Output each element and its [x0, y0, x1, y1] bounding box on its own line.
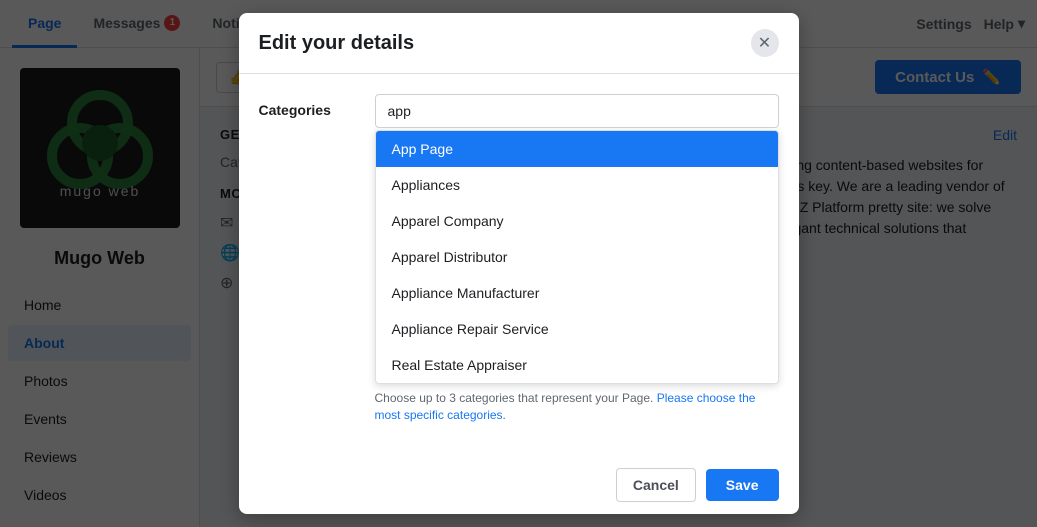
cancel-button[interactable]: Cancel: [616, 468, 696, 502]
real-estate-appraiser-label: Real Estate Appraiser: [392, 357, 527, 373]
modal-overlay: Edit your details ✕ Categories App Page …: [0, 0, 1037, 527]
categories-field: App Page Appliances Apparel Company Appa…: [375, 94, 779, 424]
dropdown-item-app-page[interactable]: App Page: [376, 131, 778, 167]
modal-header: Edit your details ✕: [239, 13, 799, 74]
modal-close-button[interactable]: ✕: [751, 29, 779, 57]
categories-form-row: Categories App Page Appliances Apparel C…: [259, 94, 779, 424]
dropdown-item-appliances[interactable]: Appliances: [376, 167, 778, 203]
apparel-distributor-label: Apparel Distributor: [392, 249, 508, 265]
app-page-label: App Page: [392, 141, 454, 157]
hint-text: Choose up to 3 categories that represent…: [375, 391, 654, 405]
apparel-company-label: Apparel Company: [392, 213, 504, 229]
appliances-label: Appliances: [392, 177, 461, 193]
appliance-repair-service-label: Appliance Repair Service: [392, 321, 549, 337]
modal-footer: Cancel Save: [239, 456, 799, 514]
dropdown-item-real-estate-appraiser[interactable]: Real Estate Appraiser: [376, 347, 778, 383]
appliance-manufacturer-label: Appliance Manufacturer: [392, 285, 540, 301]
categories-input[interactable]: [375, 94, 779, 128]
close-icon: ✕: [758, 33, 771, 53]
dropdown-item-appliance-manufacturer[interactable]: Appliance Manufacturer: [376, 275, 778, 311]
categories-dropdown: App Page Appliances Apparel Company Appa…: [375, 130, 779, 384]
dropdown-item-apparel-distributor[interactable]: Apparel Distributor: [376, 239, 778, 275]
categories-hint: Choose up to 3 categories that represent…: [375, 390, 779, 424]
dropdown-item-apparel-company[interactable]: Apparel Company: [376, 203, 778, 239]
modal-body: Categories App Page Appliances Apparel C…: [239, 74, 799, 456]
dropdown-item-appliance-repair-service[interactable]: Appliance Repair Service: [376, 311, 778, 347]
save-button[interactable]: Save: [706, 469, 779, 501]
categories-label: Categories: [259, 94, 359, 118]
modal-title: Edit your details: [259, 32, 415, 55]
edit-details-modal: Edit your details ✕ Categories App Page …: [239, 13, 799, 514]
